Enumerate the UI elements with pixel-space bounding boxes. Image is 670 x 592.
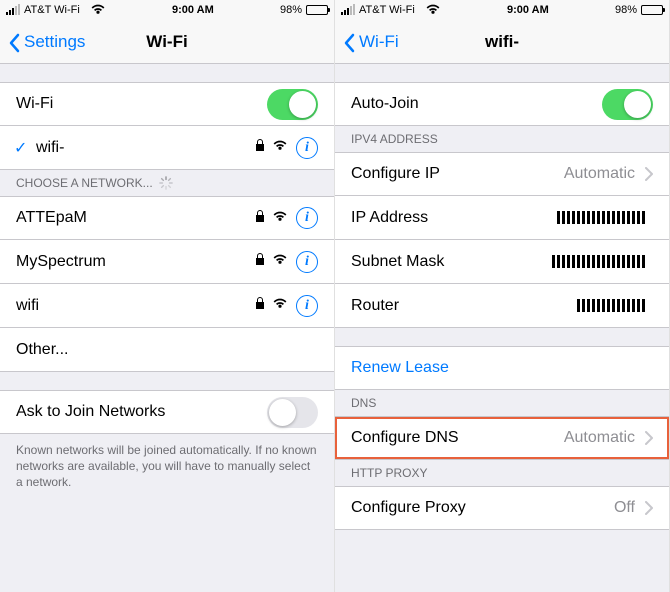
configure-ip-value: Automatic (564, 165, 635, 183)
lock-icon (248, 138, 266, 157)
ip-address-label: IP Address (351, 209, 557, 227)
configure-proxy-row[interactable]: Configure Proxy Off (335, 486, 669, 530)
auto-join-toggle[interactable] (602, 89, 653, 120)
wifi-status-icon (419, 2, 441, 19)
configure-proxy-label: Configure Proxy (351, 499, 614, 517)
ask-to-join-label: Ask to Join Networks (16, 403, 267, 421)
renew-lease-row[interactable]: Renew Lease (335, 346, 669, 390)
battery-icon (641, 5, 663, 15)
clock: 9:00 AM (507, 4, 549, 16)
network-row[interactable]: MySpectrum i (0, 240, 334, 284)
configure-dns-value: Automatic (564, 429, 635, 447)
subnet-mask-value (552, 253, 647, 271)
configure-ip-row[interactable]: Configure IP Automatic (335, 152, 669, 196)
renew-lease-label: Renew Lease (351, 359, 653, 377)
chevron-right-icon (645, 501, 653, 515)
wifi-signal-icon (266, 209, 288, 228)
subnet-mask-row: Subnet Mask (335, 240, 669, 284)
info-icon[interactable]: i (296, 251, 318, 273)
nav-bar: Settings Wi-Fi (0, 20, 334, 64)
router-label: Router (351, 297, 577, 315)
ip-address-row: IP Address (335, 196, 669, 240)
back-button[interactable]: Settings (8, 32, 85, 52)
checkmark-icon: ✓ (14, 138, 27, 158)
choose-network-header: CHOOSE A NETWORK... (0, 170, 334, 196)
cell-signal-icon (6, 5, 20, 15)
configure-dns-row[interactable]: Configure DNS Automatic (335, 416, 669, 460)
lock-icon (248, 252, 266, 271)
info-icon[interactable]: i (296, 137, 318, 159)
chevron-left-icon (8, 33, 20, 51)
wifi-toggle-row: Wi-Fi (0, 82, 334, 126)
chevron-right-icon (645, 431, 653, 445)
connected-network-row[interactable]: ✓ wifi- i (0, 126, 334, 170)
wifi-signal-icon (266, 252, 288, 271)
info-icon[interactable]: i (296, 207, 318, 229)
cell-signal-icon (341, 5, 355, 15)
battery-icon (306, 5, 328, 15)
battery-percent: 98% (280, 4, 302, 16)
lock-icon (248, 209, 266, 228)
status-bar: AT&T Wi-Fi 9:00 AM 98% (0, 0, 334, 20)
clock: 9:00 AM (172, 4, 214, 16)
other-label: Other... (16, 341, 318, 359)
network-row[interactable]: wifi i (0, 284, 334, 328)
network-name: ATTEpaM (16, 209, 248, 227)
network-name: wifi (16, 297, 248, 315)
ask-to-join-footer: Known networks will be joined automatica… (0, 434, 334, 499)
ask-to-join-toggle[interactable] (267, 397, 318, 428)
chevron-right-icon (645, 167, 653, 181)
nav-bar: Wi-Fi wifi- (335, 20, 669, 64)
lock-icon (248, 296, 266, 315)
wifi-signal-icon (266, 138, 288, 157)
subnet-mask-label: Subnet Mask (351, 253, 552, 271)
carrier-label: AT&T Wi-Fi (24, 4, 80, 16)
ip-address-value (557, 209, 647, 227)
wifi-toggle-label: Wi-Fi (16, 95, 267, 113)
network-name: MySpectrum (16, 253, 248, 271)
back-label: Wi-Fi (359, 32, 399, 52)
wifi-detail-screen: AT&T Wi-Fi 9:00 AM 98% Wi-Fi wifi- Auto-… (335, 0, 670, 592)
chevron-left-icon (343, 33, 355, 51)
back-label: Settings (24, 32, 85, 52)
wifi-status-icon (84, 2, 106, 19)
dns-header: DNS (335, 390, 669, 416)
configure-ip-label: Configure IP (351, 165, 564, 183)
ask-to-join-row: Ask to Join Networks (0, 390, 334, 434)
connected-network-name: wifi- (36, 139, 248, 157)
configure-dns-label: Configure DNS (351, 429, 564, 447)
wifi-settings-screen: AT&T Wi-Fi 9:00 AM 98% Settings Wi-Fi Wi… (0, 0, 335, 592)
back-button[interactable]: Wi-Fi (343, 32, 399, 52)
http-proxy-header: HTTP PROXY (335, 460, 669, 486)
auto-join-row: Auto-Join (335, 82, 669, 126)
info-icon[interactable]: i (296, 295, 318, 317)
configure-proxy-value: Off (614, 499, 635, 517)
carrier-label: AT&T Wi-Fi (359, 4, 415, 16)
router-row: Router (335, 284, 669, 328)
other-network-row[interactable]: Other... (0, 328, 334, 372)
battery-percent: 98% (615, 4, 637, 16)
status-bar: AT&T Wi-Fi 9:00 AM 98% (335, 0, 669, 20)
auto-join-label: Auto-Join (351, 95, 602, 113)
ipv4-header: IPV4 ADDRESS (335, 126, 669, 152)
spinner-icon (159, 176, 173, 190)
wifi-signal-icon (266, 296, 288, 315)
router-value (577, 297, 647, 315)
network-row[interactable]: ATTEpaM i (0, 196, 334, 240)
wifi-toggle[interactable] (267, 89, 318, 120)
